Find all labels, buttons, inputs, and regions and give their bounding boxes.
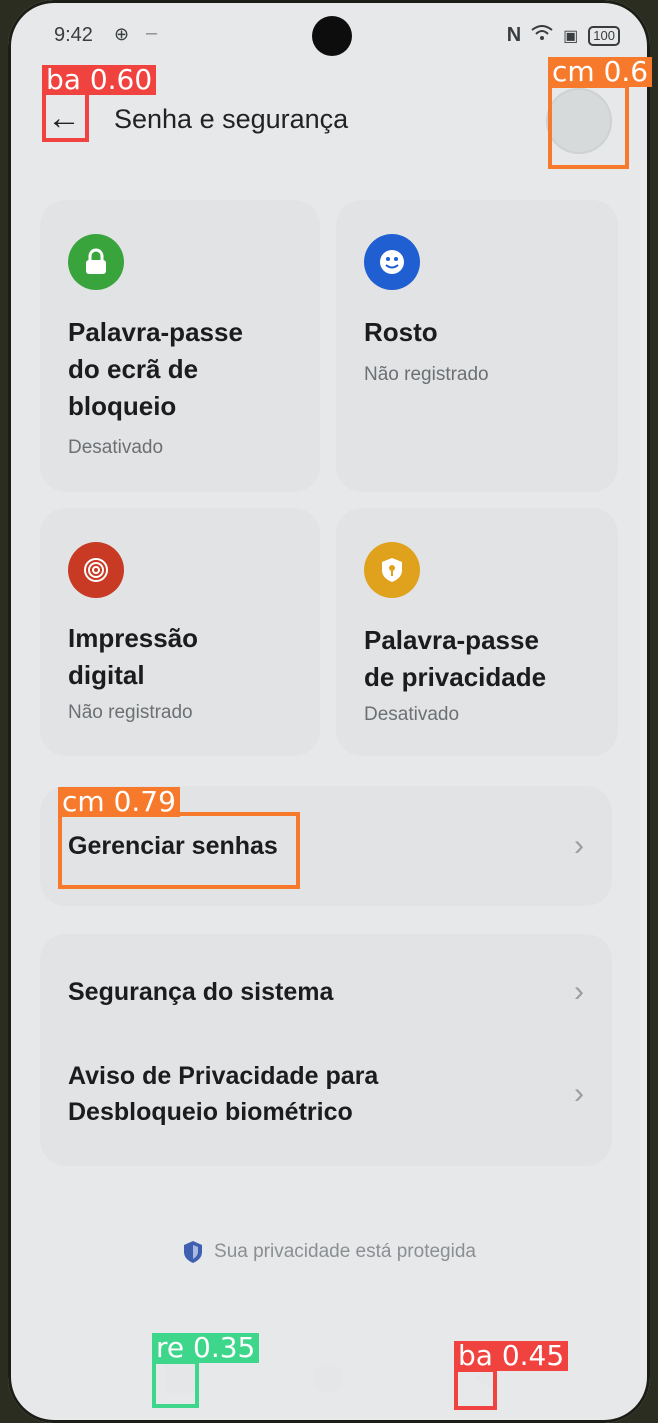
front-camera (312, 16, 352, 56)
detection-label: ba 0.60 (42, 65, 157, 95)
sim-icon: ▣ (563, 27, 579, 45)
card-title: Impressão digital (68, 623, 199, 690)
system-settings-list: Segurança do sistema › Aviso de Privacid… (40, 934, 612, 1166)
card-fingerprint[interactable]: Impressão digital Não registrado (40, 508, 320, 756)
detection-box (548, 84, 629, 169)
card-status: Desativado (68, 437, 164, 458)
biometric-privacy-notice-label: Aviso de Privacidade para Desbloqueio bi… (68, 1062, 379, 1126)
card-title: Palavra-passe do ecrã de bloqueio (68, 317, 243, 421)
card-status: Desativado (364, 704, 460, 725)
detection-label: ba 0.45 (454, 1341, 569, 1371)
biometric-privacy-notice-row[interactable]: Aviso de Privacidade para Desbloqueio bi… (68, 1058, 584, 1130)
page-title: Senha e segurança (114, 104, 349, 134)
wifi-icon (531, 25, 553, 46)
privacy-note-text: Sua privacidade está protegida (214, 1241, 476, 1262)
fingerprint-icon (68, 542, 124, 598)
nfc-icon: N (506, 24, 522, 46)
status-dash: – (146, 22, 158, 44)
privacy-key-icon (364, 542, 420, 598)
card-status: Não registrado (68, 702, 193, 723)
detection-box (152, 1360, 199, 1408)
face-icon (364, 234, 420, 290)
phone-screen: 9:42 ⊕ – N ▣ 100 ← Senha e segurança Pal… (8, 0, 650, 1423)
detection-label: cm 0.79 (58, 787, 180, 817)
detection-box (454, 1368, 497, 1410)
card-title: Rosto (364, 317, 438, 347)
status-time: 9:42 (54, 24, 93, 46)
chevron-right-icon: › (574, 1077, 584, 1110)
chevron-right-icon: › (574, 975, 584, 1008)
chevron-right-icon: › (574, 829, 584, 862)
card-face[interactable]: Rosto Não registrado (336, 200, 618, 492)
detection-label: re 0.35 (152, 1333, 260, 1363)
privacy-note: Sua privacidade está protegida (8, 1240, 650, 1264)
card-privacy-password[interactable]: Palavra-passe de privacidade Desativado (336, 508, 618, 756)
detection-box (42, 90, 89, 142)
status-icons: N ▣ 100 (507, 24, 620, 47)
card-lock-screen-password[interactable]: Palavra-passe do ecrã de bloqueio Desati… (40, 200, 320, 492)
card-title: Palavra-passe de privacidade (364, 625, 547, 692)
home-button[interactable] (313, 1363, 343, 1393)
system-security-row[interactable]: Segurança do sistema › (68, 974, 584, 1010)
location-icon: ⊕ (114, 24, 130, 44)
shield-icon (184, 1241, 203, 1263)
detection-label: cm 0.6 (548, 57, 653, 87)
detection-box (58, 812, 300, 889)
card-status: Não registrado (364, 364, 489, 385)
lock-icon (68, 234, 124, 290)
system-security-label: Segurança do sistema (68, 978, 334, 1006)
battery-icon: 100 (588, 25, 620, 46)
